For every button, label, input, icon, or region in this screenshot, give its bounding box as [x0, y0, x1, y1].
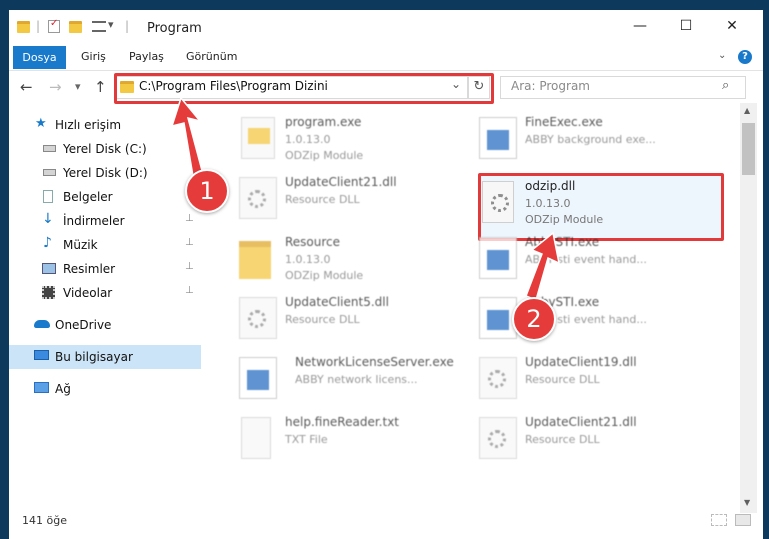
annotation-arrows	[170, 96, 561, 302]
arrow-2	[525, 231, 561, 302]
callout-1: 1	[185, 169, 229, 213]
callout-2: 2	[512, 297, 556, 341]
